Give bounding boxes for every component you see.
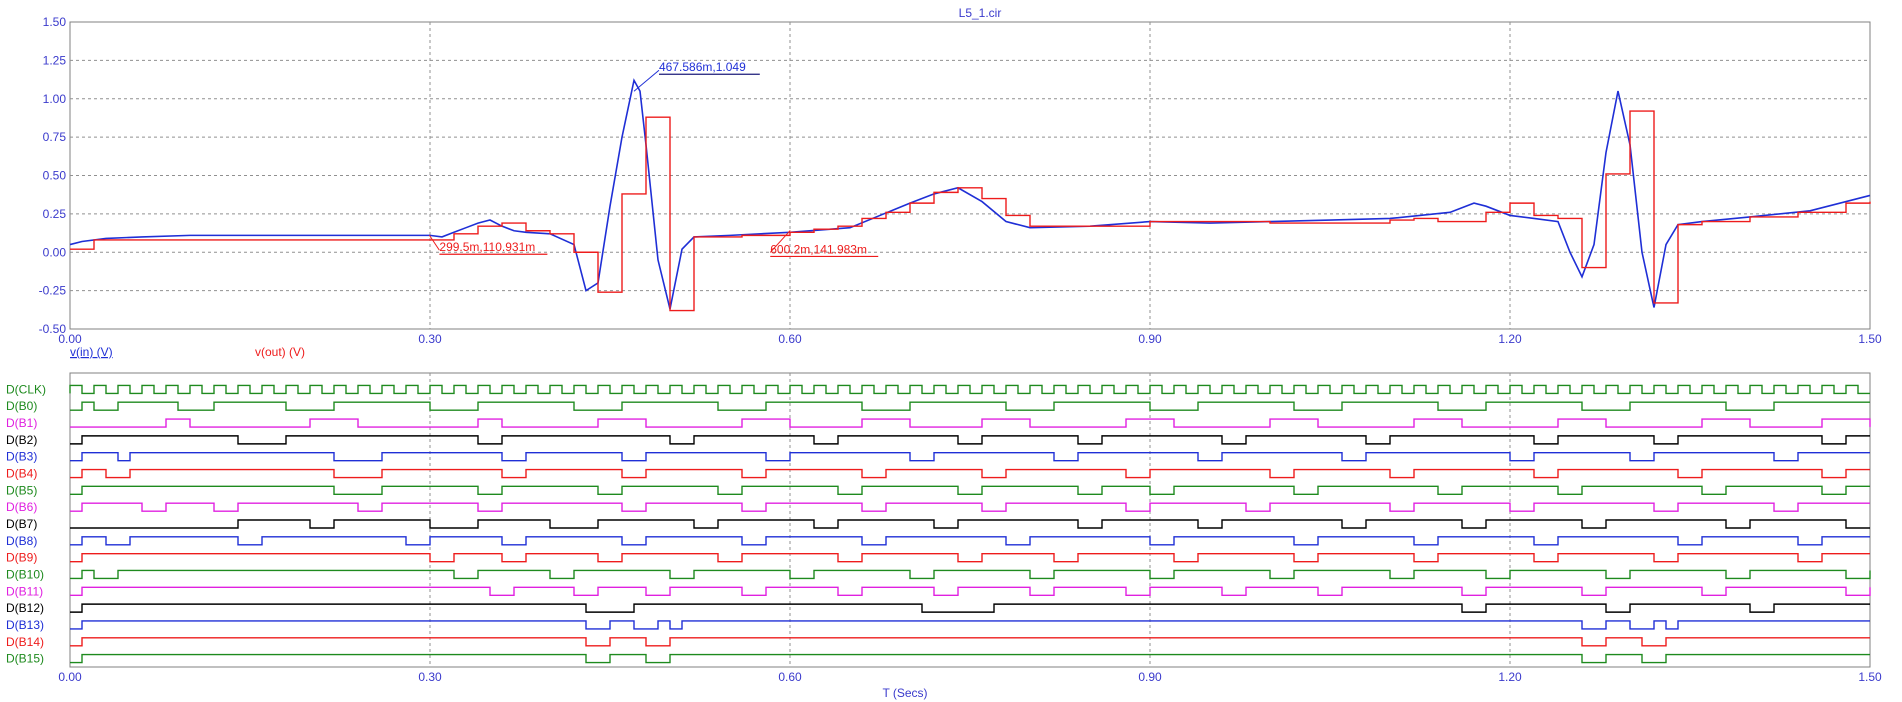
annotation-leader xyxy=(428,234,440,251)
digital-signal-label: D(B3) xyxy=(6,450,37,464)
y-tick-label: 0.00 xyxy=(43,245,67,259)
legend-vout[interactable]: v(out) (V) xyxy=(255,345,305,359)
digital-x-axis: 0.00 0.30 0.60 0.90 1.20 1.50 xyxy=(58,670,1882,684)
digital-signal-label: D(B2) xyxy=(6,433,37,447)
digital-signal-label: D(B6) xyxy=(6,500,37,514)
y-tick-label: -0.25 xyxy=(39,284,67,298)
digital-signal-label: D(B4) xyxy=(6,467,37,481)
y-tick-label: 1.25 xyxy=(43,53,67,67)
x-tick-label: 0.90 xyxy=(1138,332,1162,346)
x-tick-label: 1.50 xyxy=(1858,332,1882,346)
digital-trace xyxy=(70,569,1871,580)
x-tick-label: 0.00 xyxy=(58,332,82,346)
digital-trace xyxy=(70,653,1870,664)
x-tick-label: 0.60 xyxy=(778,670,802,684)
digital-trace xyxy=(70,603,1870,613)
analog-series xyxy=(69,78,1871,312)
x-tick-label: 0.00 xyxy=(58,670,82,684)
digital-trace xyxy=(70,519,1870,529)
digital-signal-label: D(B13) xyxy=(6,618,44,632)
digital-trace xyxy=(70,502,1870,512)
digital-signal-label: D(B14) xyxy=(6,635,44,649)
analog-x-axis: 0.00 0.30 0.60 0.90 1.20 1.50 xyxy=(58,332,1882,346)
digital-signal-labels: D(CLK) D(B0) D(B1) D(B2) D(B3) D(B4) D(B5) D(B6… xyxy=(6,382,46,665)
x-tick-label: 0.90 xyxy=(1138,670,1162,684)
digital-signal-label: D(B7) xyxy=(6,517,37,531)
annotation-label: 299.5m,110.931m xyxy=(439,240,535,254)
annotation-label: 600.2m,141.983m xyxy=(770,242,867,256)
digital-trace xyxy=(70,468,1870,479)
x-tick-label: 0.30 xyxy=(418,670,442,684)
analog-y-axis: 1.501.251.000.750.500.250.00-0.25-0.50 xyxy=(39,15,67,336)
digital-trace xyxy=(70,552,1870,563)
x-tick-label: 1.20 xyxy=(1498,332,1522,346)
chart-canvas: L5_1.cir 1.50 1.25 1.00 0.75 0.50 0.25 0.00 -0.… xyxy=(6,6,1882,700)
digital-signal-label: D(B12) xyxy=(6,601,44,615)
digital-signal-label: D(B9) xyxy=(6,551,37,565)
chart-title: L5_1.cir xyxy=(959,6,1002,20)
digital-trace xyxy=(70,401,1870,411)
analog-grid xyxy=(70,22,1870,329)
digital-trace xyxy=(70,536,1870,546)
digital-trace xyxy=(70,418,1871,428)
series-vin xyxy=(69,78,1871,310)
digital-trace xyxy=(70,452,1870,462)
y-tick-label: 1.00 xyxy=(43,92,67,106)
series-vout xyxy=(70,110,1871,312)
x-tick-label: 0.60 xyxy=(778,332,802,346)
digital-signal-label: D(B10) xyxy=(6,567,44,581)
y-tick-label: 0.25 xyxy=(43,207,67,221)
digital-trace xyxy=(70,586,1871,596)
digital-trace xyxy=(69,384,1870,395)
x-tick-label: 0.30 xyxy=(418,332,442,346)
y-tick-label: 0.75 xyxy=(43,130,67,144)
digital-signals xyxy=(69,384,1871,664)
x-tick-label: 1.50 xyxy=(1858,670,1882,684)
annotation-leader xyxy=(633,69,660,92)
annotation-label: 467.586m,1.049 xyxy=(659,60,746,74)
digital-trace xyxy=(70,637,1870,647)
digital-signal-label: D(B11) xyxy=(6,584,43,598)
digital-trace xyxy=(70,435,1870,445)
y-tick-label: 0.50 xyxy=(43,169,67,183)
digital-trace xyxy=(70,485,1870,496)
digital-signal-label: D(B8) xyxy=(6,534,37,548)
y-tick-label: 1.50 xyxy=(43,15,67,29)
digital-signal-label: D(B5) xyxy=(6,483,37,497)
digital-signal-label: D(CLK) xyxy=(6,382,46,396)
digital-signal-label: D(B1) xyxy=(6,416,37,430)
digital-signal-label: D(B15) xyxy=(6,652,44,666)
legend-vin[interactable]: v(in) (V) xyxy=(70,345,113,359)
x-axis-label: T (Secs) xyxy=(882,686,927,700)
digital-trace xyxy=(70,620,1870,630)
x-tick-label: 1.20 xyxy=(1498,670,1522,684)
digital-signal-label: D(B0) xyxy=(6,399,37,413)
